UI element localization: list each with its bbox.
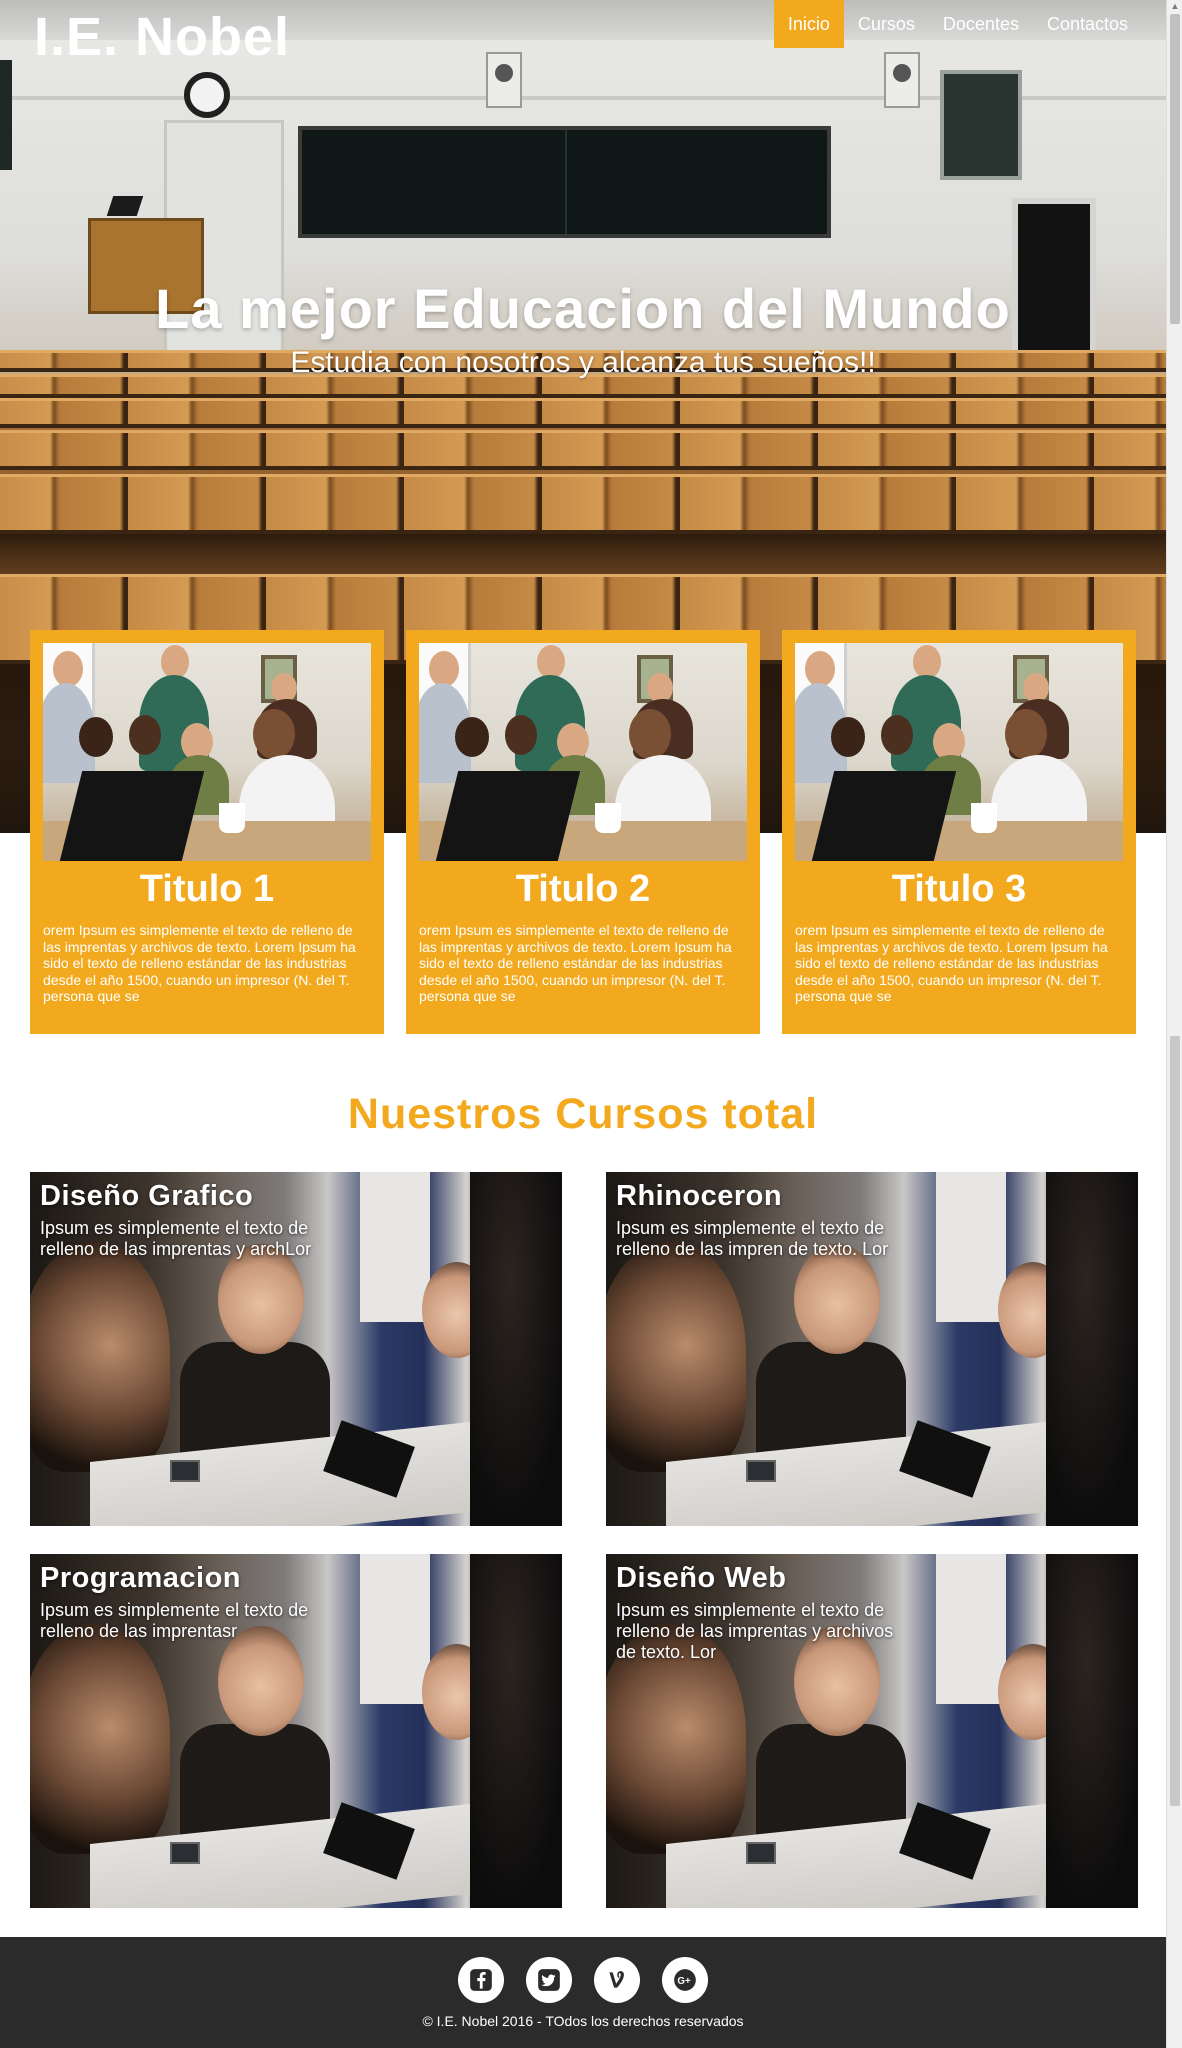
course-card-diseno-web[interactable]: Diseño Web Ipsum es simplemente el texto… xyxy=(606,1554,1138,1908)
scroll-thumb[interactable] xyxy=(1170,1036,1180,1806)
scroll-up-arrow-icon[interactable]: ▲ xyxy=(1170,0,1180,12)
team-photo xyxy=(795,643,1123,861)
nav-item-inicio[interactable]: Inicio xyxy=(773,0,844,48)
feature-text: orem Ipsum es simplemente el texto de re… xyxy=(795,922,1108,1005)
feature-card-2: Titulo 2 orem Ipsum es simplemente el te… xyxy=(406,630,760,1034)
podium-laptop xyxy=(106,196,144,216)
feature-title: Titulo 3 xyxy=(891,868,1027,910)
site-footer: G+ © I.E. Nobel 2016 - TOdos los derecho… xyxy=(0,1937,1166,2048)
feature-title: Titulo 2 xyxy=(515,868,651,910)
google-plus-icon: G+ xyxy=(674,1969,696,1991)
scroll-thumb[interactable] xyxy=(1170,14,1180,324)
nav-item-contactos[interactable]: Contactos xyxy=(1033,0,1142,48)
seat-row xyxy=(0,398,1166,428)
left-window xyxy=(0,60,12,170)
twitter-button[interactable] xyxy=(526,1957,572,2003)
course-name: Rhinoceron xyxy=(616,1180,783,1212)
facebook-icon xyxy=(470,1969,492,1991)
facebook-button[interactable] xyxy=(458,1957,504,2003)
vine-icon xyxy=(609,1971,624,1988)
seat-shadow xyxy=(0,534,1166,574)
feature-text: orem Ipsum es simplemente el texto de re… xyxy=(419,922,732,1005)
course-card-rhinoceron[interactable]: Rhinoceron Ipsum es simplemente el texto… xyxy=(606,1172,1138,1526)
twitter-icon xyxy=(538,1969,560,1991)
social-links: G+ xyxy=(0,1957,1166,2003)
copyright-text: © I.E. Nobel 2016 - TOdos los derechos r… xyxy=(422,2013,744,2029)
seat-row xyxy=(0,430,1166,470)
page-scrollbar[interactable]: ▲ xyxy=(1166,0,1182,2048)
course-description: Ipsum es simplemente el texto de relleno… xyxy=(616,1600,894,1662)
speaker-right xyxy=(884,52,920,108)
course-name: Programacion xyxy=(40,1562,241,1594)
feature-title: Titulo 1 xyxy=(139,868,275,910)
blackboard xyxy=(298,126,831,238)
nav-item-docentes[interactable]: Docentes xyxy=(929,0,1033,48)
speaker-left xyxy=(486,52,522,108)
main-nav: Inicio Cursos Docentes Contactos xyxy=(773,0,1142,48)
wall-clock xyxy=(184,72,230,118)
team-photo xyxy=(43,643,371,861)
hero-title: La mejor Educacion del Mundo xyxy=(155,277,1011,340)
svg-text:G+: G+ xyxy=(677,1976,691,1987)
course-card-programacion[interactable]: Programacion Ipsum es simplemente el tex… xyxy=(30,1554,562,1908)
vine-button[interactable] xyxy=(594,1957,640,2003)
course-description: Ipsum es simplemente el texto de relleno… xyxy=(40,1218,312,1259)
google-plus-button[interactable]: G+ xyxy=(662,1957,708,2003)
courses-section-title: Nuestros Cursos total xyxy=(347,1090,819,1138)
nav-item-cursos[interactable]: Cursos xyxy=(844,0,929,48)
course-description: Ipsum es simplemente el texto de relleno… xyxy=(616,1218,889,1259)
hero-subtitle: Estudia con nosotros y alcanza tus sueño… xyxy=(290,346,876,379)
right-window xyxy=(940,70,1022,180)
site-logo[interactable]: I.E. Nobel xyxy=(34,6,290,68)
feature-text: orem Ipsum es simplemente el texto de re… xyxy=(43,922,356,1005)
course-name: Diseño Grafico xyxy=(40,1180,254,1212)
team-photo xyxy=(419,643,747,861)
feature-card-1: Titulo 1 orem Ipsum es simplemente el te… xyxy=(30,630,384,1034)
seat-row xyxy=(0,474,1166,534)
course-card-diseno-grafico[interactable]: Diseño Grafico Ipsum es simplemente el t… xyxy=(30,1172,562,1526)
feature-card-3: Titulo 3 orem Ipsum es simplemente el te… xyxy=(782,630,1136,1034)
course-description: Ipsum es simplemente el texto de relleno… xyxy=(40,1600,309,1641)
course-name: Diseño Web xyxy=(616,1562,787,1594)
